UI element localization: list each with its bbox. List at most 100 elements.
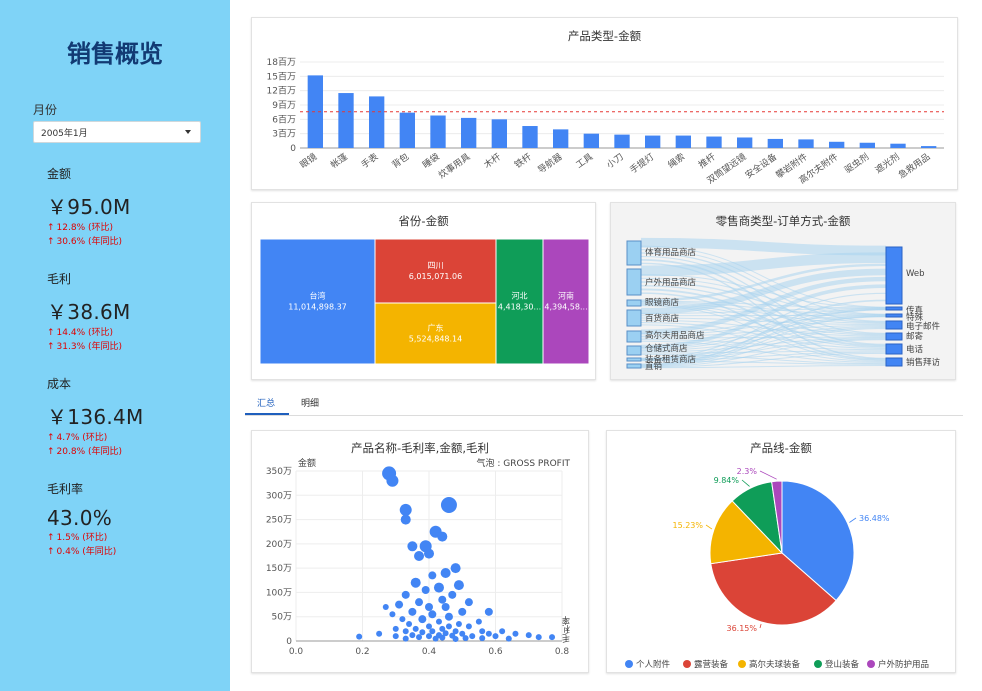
legend-label: 露营装备 <box>694 659 729 670</box>
scatter-point <box>435 618 442 625</box>
scatter-point <box>392 625 399 632</box>
sankey-target-node <box>885 246 903 305</box>
scatter-point <box>458 607 467 616</box>
pie-label: 36.15% <box>726 624 757 633</box>
sankey-source-node <box>626 345 642 356</box>
sankey-source-node <box>626 330 642 343</box>
active-tab-indicator <box>245 413 289 415</box>
legend-label: 登山装备 <box>825 659 860 670</box>
sankey-source-label: 高尔夫用品商店 <box>645 330 705 341</box>
y-tick-label: 18百万 <box>267 57 296 68</box>
scatter-point <box>402 635 409 642</box>
y-tick-label: 50万 <box>272 613 292 623</box>
scatter-point <box>505 635 512 642</box>
kpi-value: 43.0% <box>47 506 113 530</box>
scatter-point <box>386 474 399 487</box>
sankey-target-node <box>885 313 903 318</box>
bar <box>859 142 875 148</box>
y-tick-label: 15百万 <box>267 71 296 82</box>
treemap-cell <box>542 238 590 365</box>
kpi-label: 毛利率 <box>47 482 84 496</box>
bar <box>369 96 385 148</box>
scatter-point <box>499 628 506 635</box>
kpi-yoy: ↑ 20.8% (年同比) <box>47 447 217 458</box>
scatter-point <box>445 623 452 630</box>
pie-label-leader <box>759 623 762 629</box>
scatter-point <box>402 628 409 635</box>
month-label: 月份 <box>33 103 58 117</box>
bar-chart: 0 3百万 6百万 9百万 12百万 15百万 18百万眼镜 帐篷 手表 背包 睡袋炊事用具 木杆 铁杆… <box>267 57 944 186</box>
treemap-cell-value: 11,014,898.37 <box>288 303 347 312</box>
scatter-point <box>399 616 406 623</box>
treemap-cell <box>374 238 497 304</box>
pie-label-leader <box>759 470 777 480</box>
treemap-cell-value: 6,015,071.06 <box>409 272 462 281</box>
kpi-yoy-text: 0.4% (年同比) <box>56 547 117 557</box>
kpi-label: 金额 <box>47 167 72 181</box>
bar <box>921 146 937 148</box>
sidebar: 销售概览 月份 2005年1月 金额 ￥95.0M ↑ 12.8% (环比) ↑ 3… <box>0 0 230 691</box>
x-tick-label: 驱虫剂 <box>842 151 871 176</box>
chevron-down-icon <box>185 130 191 134</box>
pie-label: 9.84% <box>714 476 740 485</box>
scatter-chart: 0 50万 100万 150万 200万 250万 300万 350万 0.0 0.2 0.4 0.6… <box>266 466 569 657</box>
x-tick-label: 急救用品 <box>896 151 932 181</box>
legend-label: 户外防护用品 <box>878 659 929 670</box>
pie-card: 产品线-金额 36.48% 36.15% 15.23% 9.84% 2.3% 个人附件 露营… <box>606 430 956 673</box>
treemap-cell-value: 5,524,848.14 <box>409 335 462 344</box>
treemap-cell-name: 河北 <box>512 291 528 301</box>
kpi-gross-margin: 毛利率 43.0% ↑ 1.5% (环比) ↑ 0.4% (年同比) <box>47 480 217 558</box>
view-tabs: 汇总 明细 <box>245 392 963 416</box>
x-tick-label: 小刀 <box>605 151 626 170</box>
kpi-mom-text: 14.4% (环比) <box>56 328 114 338</box>
scatter-point <box>356 633 363 640</box>
treemap-cell-name: 台湾 <box>310 291 326 301</box>
x-tick-label: 铁杆 <box>512 151 534 171</box>
x-tick-label: 0.4 <box>422 647 437 657</box>
sankey-target-label: Web <box>906 269 925 279</box>
pie-label: 2.3% <box>737 467 758 476</box>
arrow-up-icon: ↑ <box>47 547 55 557</box>
treemap-chart: 台湾 11,014,898.37 四川 6,015,071.06 广东 5,524,848… <box>259 238 590 365</box>
y-tick-label: 0 <box>290 144 296 154</box>
tab-summary[interactable]: 汇总 <box>257 396 275 409</box>
scatter-point <box>453 580 464 591</box>
month-select[interactable]: 2005年1月 <box>33 121 201 143</box>
scatter-point <box>412 625 419 632</box>
kpi-yoy-text: 20.8% (年同比) <box>56 447 123 457</box>
scatter-point <box>469 633 476 640</box>
bar <box>399 112 415 148</box>
scatter-point <box>399 503 412 516</box>
bar-chart-card: 产品类型-金额 0 3百万 6百万 9百万 12百万 15百万 18百万 眼镜 帐篷 手表 背包 睡袋… <box>251 17 958 190</box>
kpi-mom: ↑ 4.7% (环比) <box>47 433 217 444</box>
scatter-point <box>426 623 432 630</box>
tab-detail[interactable]: 明细 <box>301 396 319 409</box>
scatter-point <box>400 514 411 525</box>
sankey-source-node <box>626 240 642 266</box>
sankey-target-node <box>885 320 903 330</box>
y-tick-label: 250万 <box>266 516 292 526</box>
bar <box>798 139 814 148</box>
y-tick-label: 12百万 <box>267 86 296 97</box>
bar <box>829 141 845 148</box>
sankey-target-node <box>885 343 903 355</box>
bar <box>675 135 691 148</box>
arrow-up-icon: ↑ <box>47 342 55 352</box>
scatter-point <box>425 603 433 611</box>
y-tick-label: 150万 <box>266 564 292 574</box>
treemap-card: 省份-金额 台湾 11,014,898.37 四川 6,015,071.06 广东 5,5… <box>251 202 596 380</box>
scatter-point <box>407 541 418 552</box>
legend-label: 个人附件 <box>636 659 671 670</box>
x-tick-label: 木杆 <box>481 151 503 171</box>
x-tick-label: 0.6 <box>488 647 503 657</box>
pie-chart: 36.48% 36.15% 15.23% 9.84%2.3% 个人附件 露营装备 高尔夫球装… <box>625 467 929 670</box>
arrow-up-icon: ↑ <box>47 237 55 247</box>
scatter-point <box>421 586 430 594</box>
bar <box>890 143 906 148</box>
scatter-point <box>389 611 396 618</box>
x-tick-label: 手提灯 <box>627 151 656 176</box>
pie-label-leader <box>705 524 713 530</box>
treemap-cell-value: 4,394,58... <box>544 303 587 312</box>
sankey-target-node <box>885 306 903 311</box>
scatter-point <box>439 634 446 641</box>
